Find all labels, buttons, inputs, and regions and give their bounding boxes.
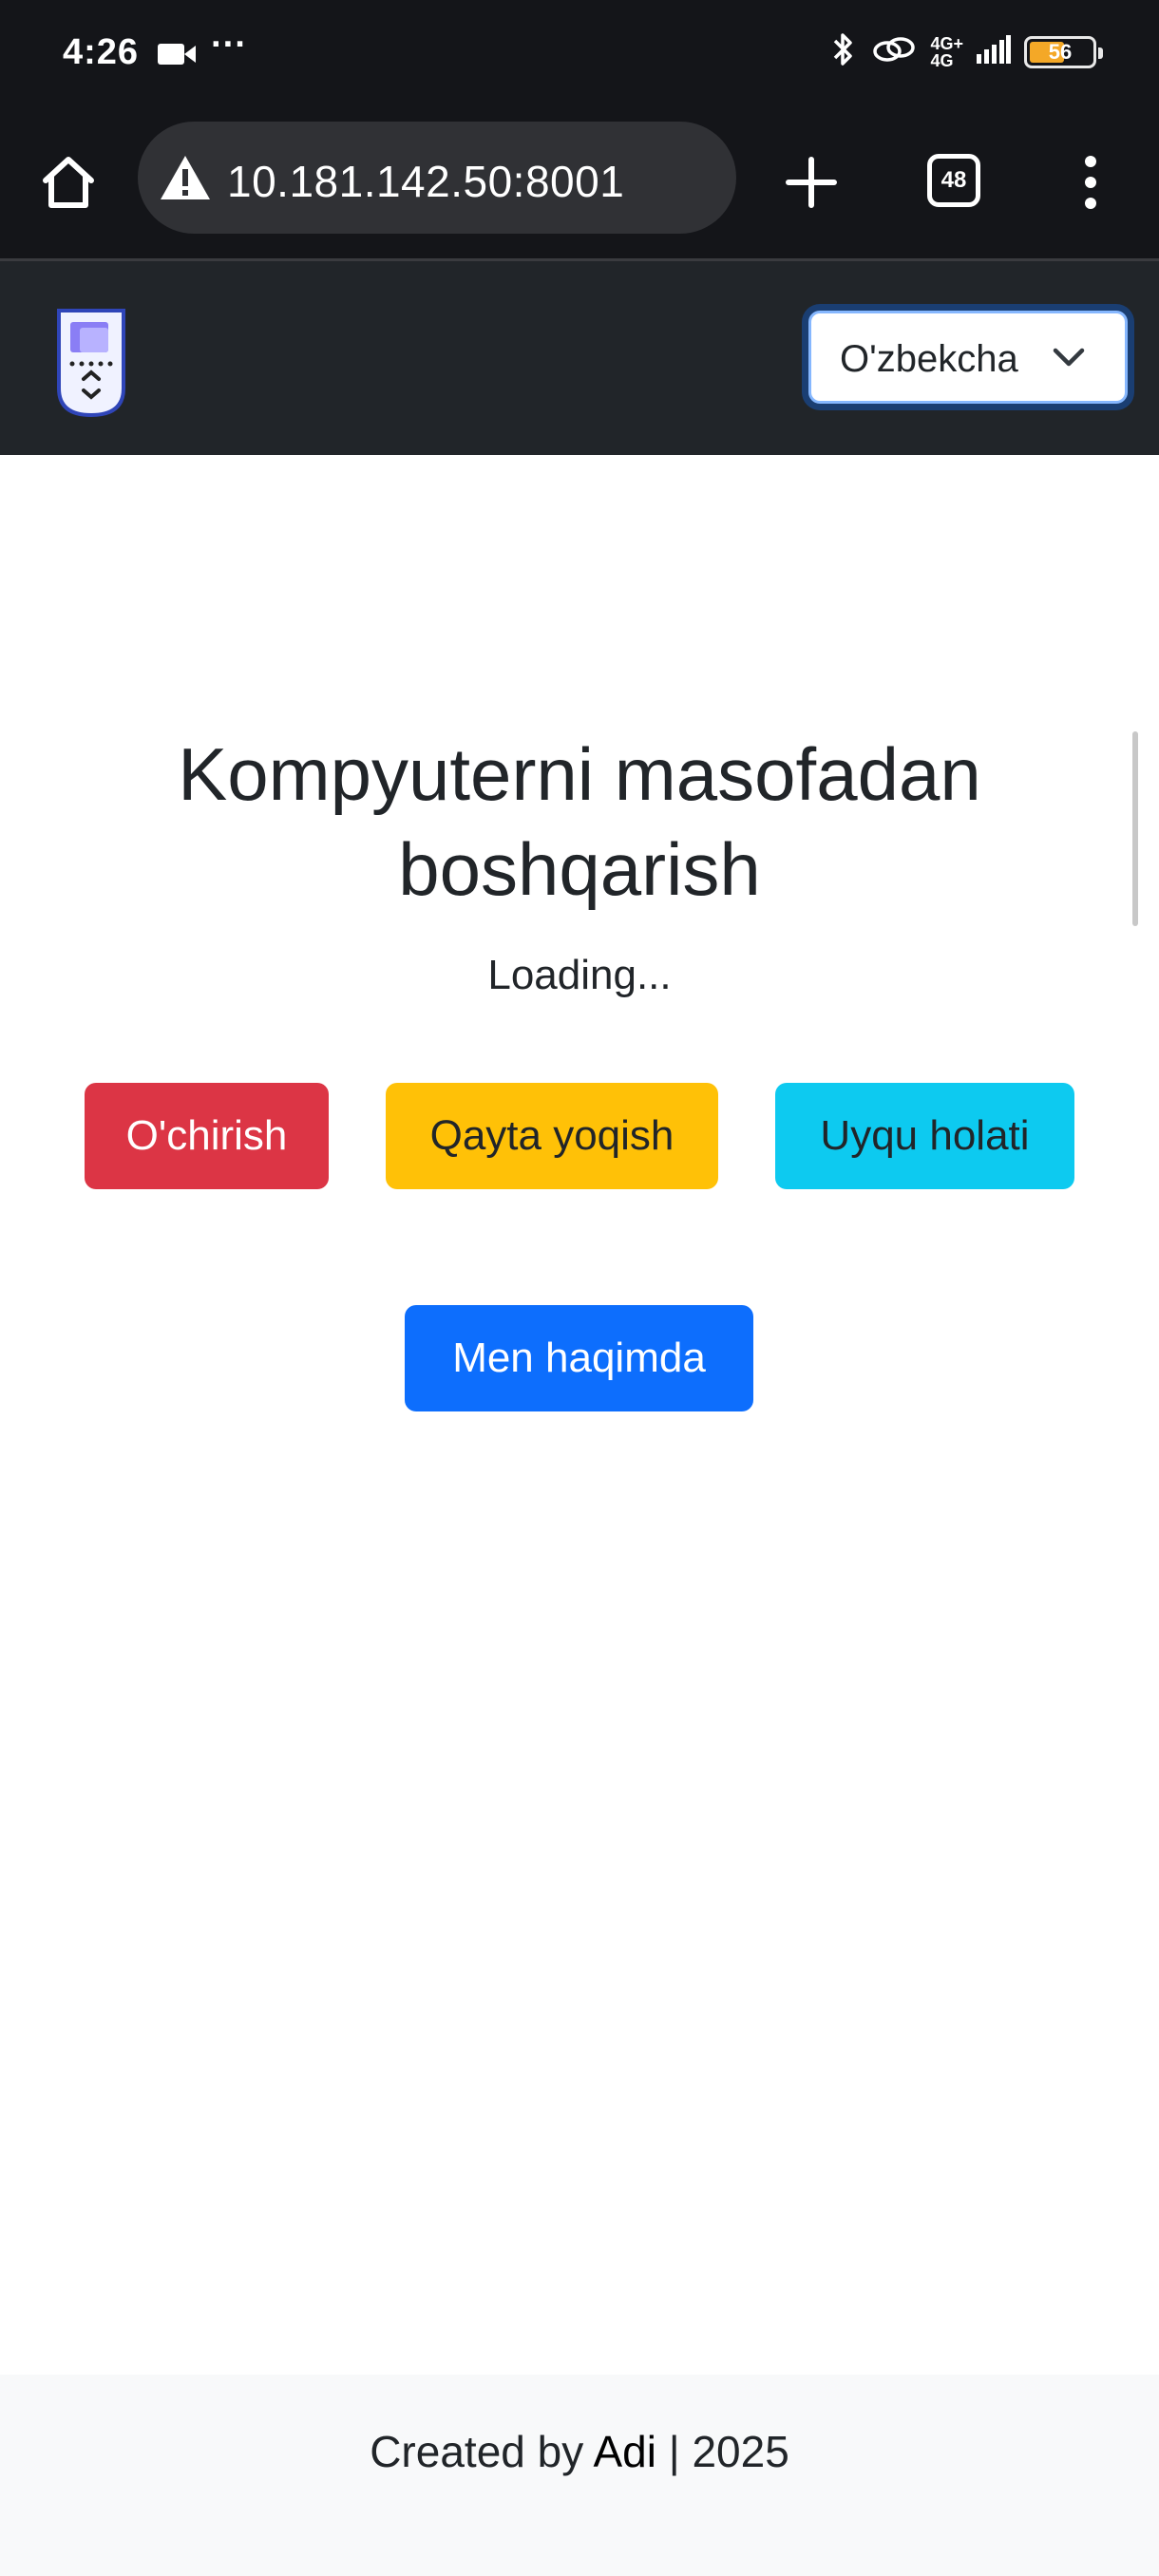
status-icons: 4G+ 4G 56: [829, 30, 1103, 73]
page-footer: Created by Adi | 2025: [0, 2375, 1159, 2576]
status-bar: 4:26 ··· 4G+ 4G 56: [0, 0, 1159, 109]
warning-icon[interactable]: [159, 154, 212, 206]
restart-button[interactable]: Qayta yoqish: [386, 1083, 718, 1189]
remote-control-logo-icon[interactable]: [55, 307, 127, 419]
network-type: 4G+ 4G: [930, 35, 963, 69]
loading-status: Loading...: [487, 952, 672, 998]
signal-icon: [977, 35, 1011, 68]
chevron-down-icon: [1053, 348, 1085, 373]
battery-level: 56: [1048, 39, 1073, 64]
address-bar[interactable]: 10.181.142.50:8001: [138, 122, 736, 234]
home-icon[interactable]: [38, 152, 99, 213]
page-scrollbar[interactable]: [1132, 731, 1138, 926]
battery-tip: [1098, 47, 1103, 59]
network-type-secondary: 4G: [930, 50, 954, 70]
status-time: 4:26: [63, 32, 140, 72]
language-select[interactable]: O'zbekcha: [808, 311, 1128, 404]
shutdown-button[interactable]: O'chirish: [85, 1083, 329, 1189]
footer-suffix: | 2025: [656, 2427, 789, 2476]
footer-author: Adi: [593, 2427, 656, 2476]
app-navbar: O'zbekcha: [0, 261, 1159, 455]
more-notifications-icon: ···: [211, 25, 247, 65]
footer-prefix: Created by: [370, 2427, 594, 2476]
language-selected-value: O'zbekcha: [840, 338, 1018, 380]
tab-switcher-button[interactable]: 48: [927, 154, 980, 207]
more-options-icon[interactable]: [1068, 152, 1113, 213]
url-text[interactable]: 10.181.142.50:8001: [227, 156, 624, 207]
new-tab-icon[interactable]: [781, 152, 842, 213]
video-camera-icon: [158, 42, 196, 71]
browser-toolbar: 10.181.142.50:8001 48: [0, 109, 1159, 261]
battery-icon: 56: [1024, 35, 1103, 68]
about-me-button[interactable]: Men haqimda: [405, 1305, 753, 1411]
page-title: Kompyuterni masofadan boshqarish: [178, 732, 981, 911]
bluetooth-icon: [829, 30, 858, 73]
network-type-primary: 4G+: [930, 33, 963, 53]
hotspot-link-icon: [871, 33, 917, 70]
sleep-button[interactable]: Uyqu holati: [775, 1083, 1074, 1189]
footer-credit: Created by Adi | 2025: [0, 2426, 1159, 2477]
